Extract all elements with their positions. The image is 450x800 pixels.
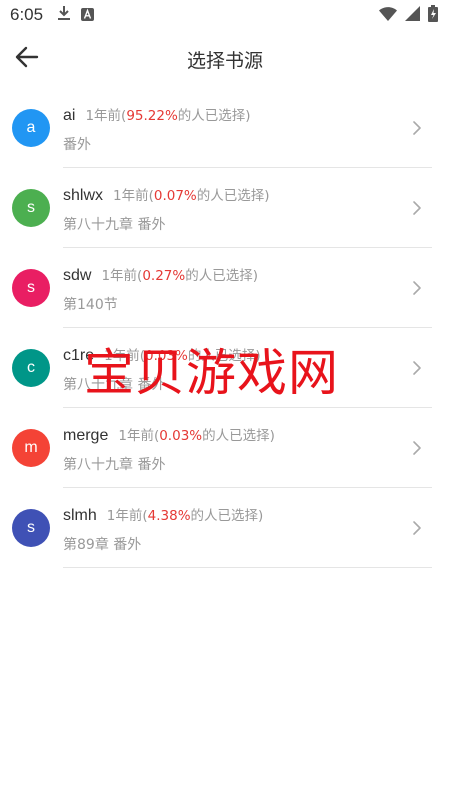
source-percent: 0.07% [153, 188, 197, 204]
chevron-right-icon [402, 433, 432, 463]
chevron-right-icon [402, 193, 432, 223]
source-percent: 0.03% [144, 348, 188, 364]
source-info: sdw 1年前(0.27%的人已选择) 第140节 [63, 262, 402, 314]
source-time: 1年前( [101, 268, 143, 284]
app-bar: 选择书源 [0, 30, 450, 88]
source-meta: 1年前(0.27%的人已选择) [101, 264, 258, 284]
source-info: slmh 1年前(4.38%的人已选择) 第89章 番外 [63, 502, 402, 554]
source-name: slmh [63, 507, 97, 524]
source-time: 1年前( [113, 188, 154, 204]
source-name: shlwx [63, 187, 104, 204]
source-meta: 1年前(0.03%的人已选择) [118, 424, 275, 444]
source-suffix: 的人已选择) [202, 428, 275, 444]
download-icon [57, 5, 71, 25]
source-row[interactable]: m merge 1年前(0.03%的人已选择) 第八十九章 番外 [0, 408, 450, 488]
source-info: ai 1年前(95.22%的人已选择) 番外 [63, 102, 402, 154]
source-suffix: 的人已选择) [185, 268, 258, 284]
source-avatar: s [12, 189, 50, 227]
battery-charging-icon [428, 4, 438, 26]
status-bar: 6:05 [0, 0, 450, 30]
source-title-line: shlwx 1年前(0.07%的人已选择) [63, 184, 402, 205]
source-chapter: 第八十九章 番外 [63, 457, 166, 473]
source-info: merge 1年前(0.03%的人已选择) 第八十九章 番外 [63, 422, 402, 474]
source-time: 1年前( [85, 108, 127, 124]
source-row[interactable]: s sdw 1年前(0.27%的人已选择) 第140节 [0, 248, 450, 328]
source-avatar: s [12, 269, 50, 307]
source-row[interactable]: a ai 1年前(95.22%的人已选择) 番外 [0, 88, 450, 168]
source-name: ai [63, 107, 76, 124]
source-chapter: 第89章 番外 [63, 537, 142, 553]
source-time: 1年前( [104, 348, 145, 364]
source-time: 1年前( [106, 508, 148, 524]
a-badge-icon [81, 6, 95, 25]
source-chapter: 番外 [63, 137, 91, 153]
source-suffix: 的人已选择) [187, 348, 261, 364]
source-suffix: 的人已选择) [177, 108, 251, 124]
source-title-line: slmh 1年前(4.38%的人已选择) [63, 504, 402, 525]
status-icons-right [379, 4, 438, 26]
source-avatar: c [12, 349, 50, 387]
source-chapter: 第140节 [63, 297, 118, 313]
source-meta: 1年前(0.07%的人已选择) [113, 184, 270, 204]
chevron-right-icon [402, 353, 432, 383]
chevron-right-icon [402, 273, 432, 303]
source-percent: 0.27% [142, 268, 186, 284]
page-title: 选择书源 [186, 49, 263, 72]
source-title-line: sdw 1年前(0.27%的人已选择) [63, 264, 402, 285]
source-percent: 95.22% [126, 108, 178, 124]
source-meta: 1年前(4.38%的人已选择) [107, 504, 264, 524]
row-divider [63, 567, 432, 568]
source-chapter: 第八十九章 番外 [63, 217, 166, 233]
status-icons-left [57, 5, 95, 25]
source-title-line: ai 1年前(95.22%的人已选择) [63, 104, 402, 125]
source-percent: 4.38% [147, 508, 191, 524]
source-title-line: merge 1年前(0.03%的人已选择) [63, 424, 402, 445]
status-time: 6:05 [10, 5, 44, 24]
source-avatar: a [12, 109, 50, 147]
chevron-right-icon [402, 113, 432, 143]
source-suffix: 的人已选择) [190, 508, 264, 524]
source-title-line: c1re 1年前(0.03%的人已选择) [63, 344, 402, 365]
source-name: sdw [63, 267, 92, 284]
source-avatar: s [12, 509, 50, 547]
signal-icon [405, 5, 420, 25]
chevron-right-icon [402, 513, 432, 543]
source-time: 1年前( [118, 428, 160, 444]
source-avatar: m [12, 429, 50, 467]
source-list: a ai 1年前(95.22%的人已选择) 番外 s shlwx 1年前(0.0… [0, 88, 450, 568]
source-row[interactable]: s slmh 1年前(4.38%的人已选择) 第89章 番外 [0, 488, 450, 568]
source-info: shlwx 1年前(0.07%的人已选择) 第八十九章 番外 [63, 182, 402, 234]
source-name: merge [63, 427, 109, 444]
source-row[interactable]: c c1re 1年前(0.03%的人已选择) 第八十九章 番外 [0, 328, 450, 408]
arrow-left-icon [15, 46, 39, 72]
wifi-icon [379, 6, 397, 25]
source-percent: 0.03% [159, 428, 203, 444]
source-name: c1re [63, 347, 95, 364]
back-button[interactable] [0, 30, 54, 88]
source-meta: 1年前(0.03%的人已选择) [104, 344, 261, 364]
source-row[interactable]: s shlwx 1年前(0.07%的人已选择) 第八十九章 番外 [0, 168, 450, 248]
source-info: c1re 1年前(0.03%的人已选择) 第八十九章 番外 [63, 342, 402, 394]
source-meta: 1年前(95.22%的人已选择) [85, 104, 250, 124]
source-chapter: 第八十九章 番外 [63, 377, 166, 393]
source-suffix: 的人已选择) [196, 188, 270, 204]
